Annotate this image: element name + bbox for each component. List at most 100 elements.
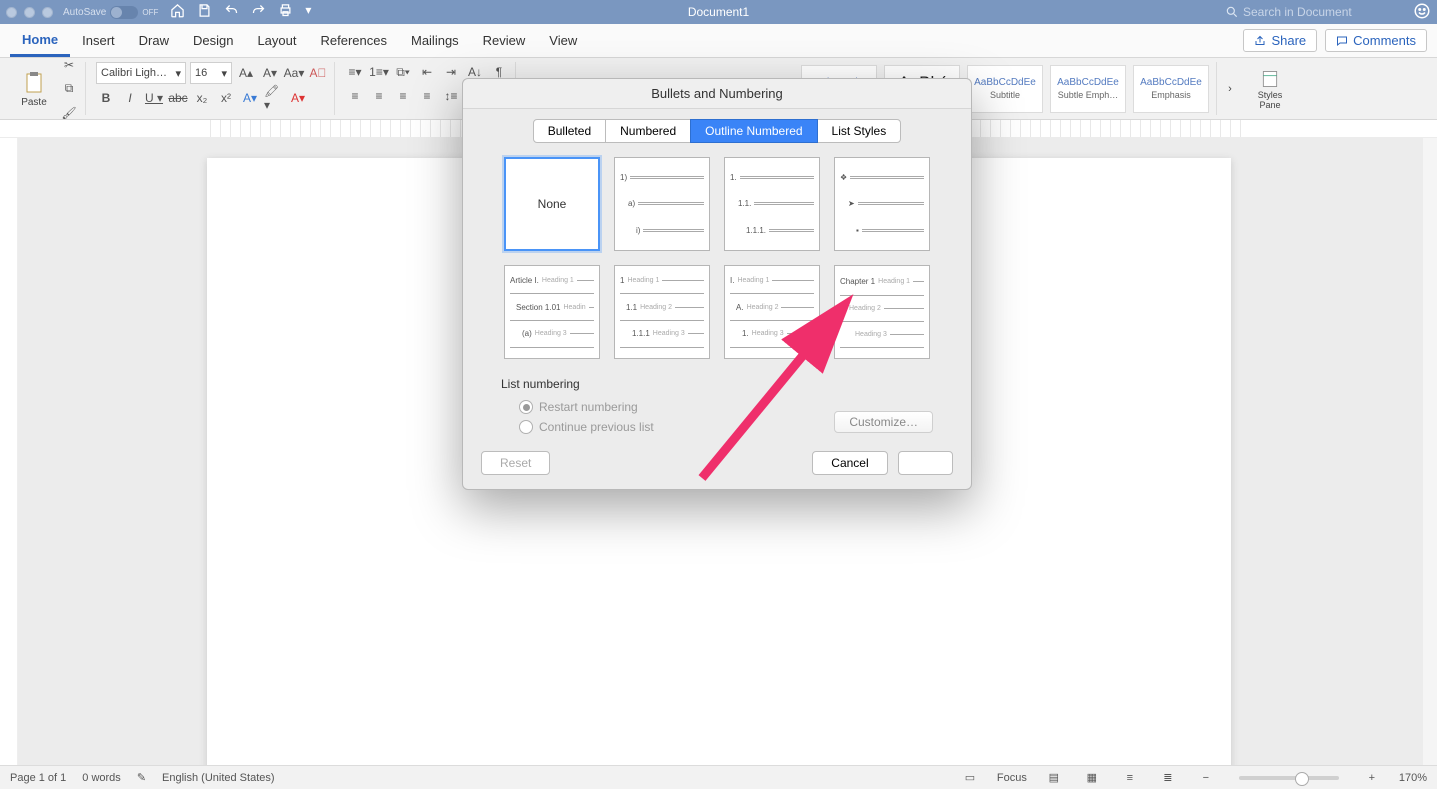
tab-mailings[interactable]: Mailings (399, 24, 471, 57)
style-subtitle[interactable]: AaBbCcDdEeSubtitle (967, 65, 1043, 113)
copy-icon[interactable]: ⧉ (59, 79, 79, 99)
home-icon[interactable] (170, 3, 185, 21)
outline-option-7[interactable]: Chapter 1 Heading 1 Heading 2 Heading 3 (834, 265, 930, 359)
customize-button[interactable]: Customize… (834, 411, 933, 433)
font-color-icon[interactable]: A▾ (288, 88, 308, 108)
account-icon[interactable] (1413, 2, 1431, 23)
bullets-icon[interactable]: ≡▾ (345, 62, 365, 82)
indent-icon[interactable]: ⇥ (441, 62, 461, 82)
word-count[interactable]: 0 words (82, 772, 121, 784)
underline-button[interactable]: U ▾ (144, 88, 164, 108)
redo-icon[interactable] (251, 3, 266, 21)
autosave-state: OFF (142, 8, 158, 17)
outline-option-2[interactable]: 1.1.1.1.1.1. (724, 157, 820, 251)
save-icon[interactable] (197, 3, 212, 21)
clear-format-icon[interactable]: A⃠ (308, 63, 328, 83)
tab-view[interactable]: View (537, 24, 589, 57)
style-emphasis[interactable]: AaBbCcDdEeEmphasis (1133, 65, 1209, 113)
numbering-icon[interactable]: 1≡▾ (369, 62, 389, 82)
text-effects-icon[interactable]: A▾ (240, 88, 260, 108)
outline-option-6[interactable]: I. Heading 1A. Heading 21. Heading 3 (724, 265, 820, 359)
clipboard-icon (22, 69, 46, 97)
search-box[interactable] (1225, 5, 1403, 19)
multilevel-icon[interactable]: ⧉▾ (393, 62, 413, 82)
outline-option-5[interactable]: 1 Heading 11.1 Heading 21.1.1 Heading 3 (614, 265, 710, 359)
autosave-toggle[interactable]: AutoSave OFF (63, 6, 158, 19)
dialog-tab-numbered[interactable]: Numbered (605, 119, 691, 143)
zoom-out-icon[interactable]: − (1195, 769, 1217, 787)
minimize-icon[interactable] (24, 7, 35, 18)
dialog-tab-outline-numbered[interactable]: Outline Numbered (690, 119, 817, 143)
tab-review[interactable]: Review (471, 24, 538, 57)
tab-draw[interactable]: Draw (127, 24, 181, 57)
dialog-tab-bulleted[interactable]: Bulleted (533, 119, 606, 143)
strike-button[interactable]: abc (168, 88, 188, 108)
radio-icon (519, 420, 533, 434)
vertical-scrollbar[interactable] (1423, 138, 1437, 765)
align-left-icon[interactable]: ≡ (345, 86, 365, 106)
zoom-slider[interactable] (1239, 776, 1339, 780)
subscript-button[interactable]: x₂ (192, 88, 212, 108)
web-layout-icon[interactable]: ▦ (1081, 769, 1103, 787)
cancel-button[interactable]: Cancel (812, 451, 887, 475)
search-input[interactable] (1243, 5, 1403, 19)
maximize-icon[interactable] (42, 7, 53, 18)
paste-button[interactable]: Paste (14, 69, 54, 108)
tab-insert[interactable]: Insert (70, 24, 127, 57)
zoom-percent[interactable]: 170% (1399, 772, 1427, 784)
spellcheck-icon[interactable]: ✎ (137, 771, 146, 784)
outline-options-grid: None1)a)i)1.1.1.1.1.1.❖➤▪ Article I. Head… (463, 153, 971, 363)
style-subtle-emph-[interactable]: AaBbCcDdEeSubtle Emph… (1050, 65, 1126, 113)
dialog-title: Bullets and Numbering (463, 79, 971, 109)
window-controls[interactable] (6, 7, 53, 18)
font-size-combo[interactable]: 16▾ (190, 62, 232, 84)
align-center-icon[interactable]: ≡ (369, 86, 389, 106)
language-indicator[interactable]: English (United States) (162, 772, 275, 784)
styles-more-icon[interactable]: › (1221, 62, 1239, 115)
print-layout-icon[interactable]: ▤ (1043, 769, 1065, 787)
italic-button[interactable]: I (120, 88, 140, 108)
comments-button[interactable]: Comments (1325, 29, 1427, 52)
align-right-icon[interactable]: ≡ (393, 86, 413, 106)
focus-mode-icon[interactable]: ▭ (959, 769, 981, 787)
change-case-icon[interactable]: Aa▾ (284, 63, 304, 83)
reset-button[interactable]: Reset (481, 451, 550, 475)
chevron-down-icon[interactable]: ▾ (305, 3, 311, 21)
shrink-font-icon[interactable]: A▾ (260, 63, 280, 83)
undo-icon[interactable] (224, 3, 239, 21)
share-button[interactable]: Share (1243, 29, 1317, 52)
line-spacing-icon[interactable]: ↕≡ (441, 86, 461, 106)
tab-home[interactable]: Home (10, 24, 70, 57)
print-icon[interactable] (278, 3, 293, 21)
outline-view-icon[interactable]: ≡ (1119, 769, 1141, 787)
justify-icon[interactable]: ≡ (417, 86, 437, 106)
close-icon[interactable] (6, 7, 17, 18)
tab-layout[interactable]: Layout (245, 24, 308, 57)
share-label: Share (1271, 33, 1306, 48)
outline-option-3[interactable]: ❖➤▪ (834, 157, 930, 251)
draft-view-icon[interactable]: ≣ (1157, 769, 1179, 787)
page-indicator[interactable]: Page 1 of 1 (10, 772, 66, 784)
outline-option-4[interactable]: Article I. Heading 1Section 1.01 Headin(… (504, 265, 600, 359)
ok-button[interactable]: OK (898, 451, 953, 475)
styles-pane-button[interactable]: Styles Pane (1249, 67, 1291, 111)
dialog-tabs: BulletedNumberedOutline NumberedList Sty… (463, 119, 971, 143)
tab-references[interactable]: References (309, 24, 399, 57)
grow-font-icon[interactable]: A▴ (236, 63, 256, 83)
outdent-icon[interactable]: ⇤ (417, 62, 437, 82)
cut-icon[interactable]: ✂ (59, 55, 79, 75)
outline-option-0[interactable]: None (504, 157, 600, 251)
focus-label[interactable]: Focus (997, 772, 1027, 784)
tab-design[interactable]: Design (181, 24, 245, 57)
highlight-icon[interactable]: 🖍▾ (264, 88, 284, 108)
bold-button[interactable]: B (96, 88, 116, 108)
dialog-tab-list-styles[interactable]: List Styles (817, 119, 902, 143)
outline-option-1[interactable]: 1)a)i) (614, 157, 710, 251)
font-name-combo[interactable]: Calibri Ligh…▾ (96, 62, 186, 84)
vertical-ruler[interactable] (0, 138, 18, 765)
search-icon (1225, 5, 1239, 19)
toggle-switch-icon[interactable] (110, 6, 138, 19)
styles-pane-icon (1260, 67, 1280, 91)
zoom-in-icon[interactable]: + (1361, 769, 1383, 787)
superscript-button[interactable]: x² (216, 88, 236, 108)
